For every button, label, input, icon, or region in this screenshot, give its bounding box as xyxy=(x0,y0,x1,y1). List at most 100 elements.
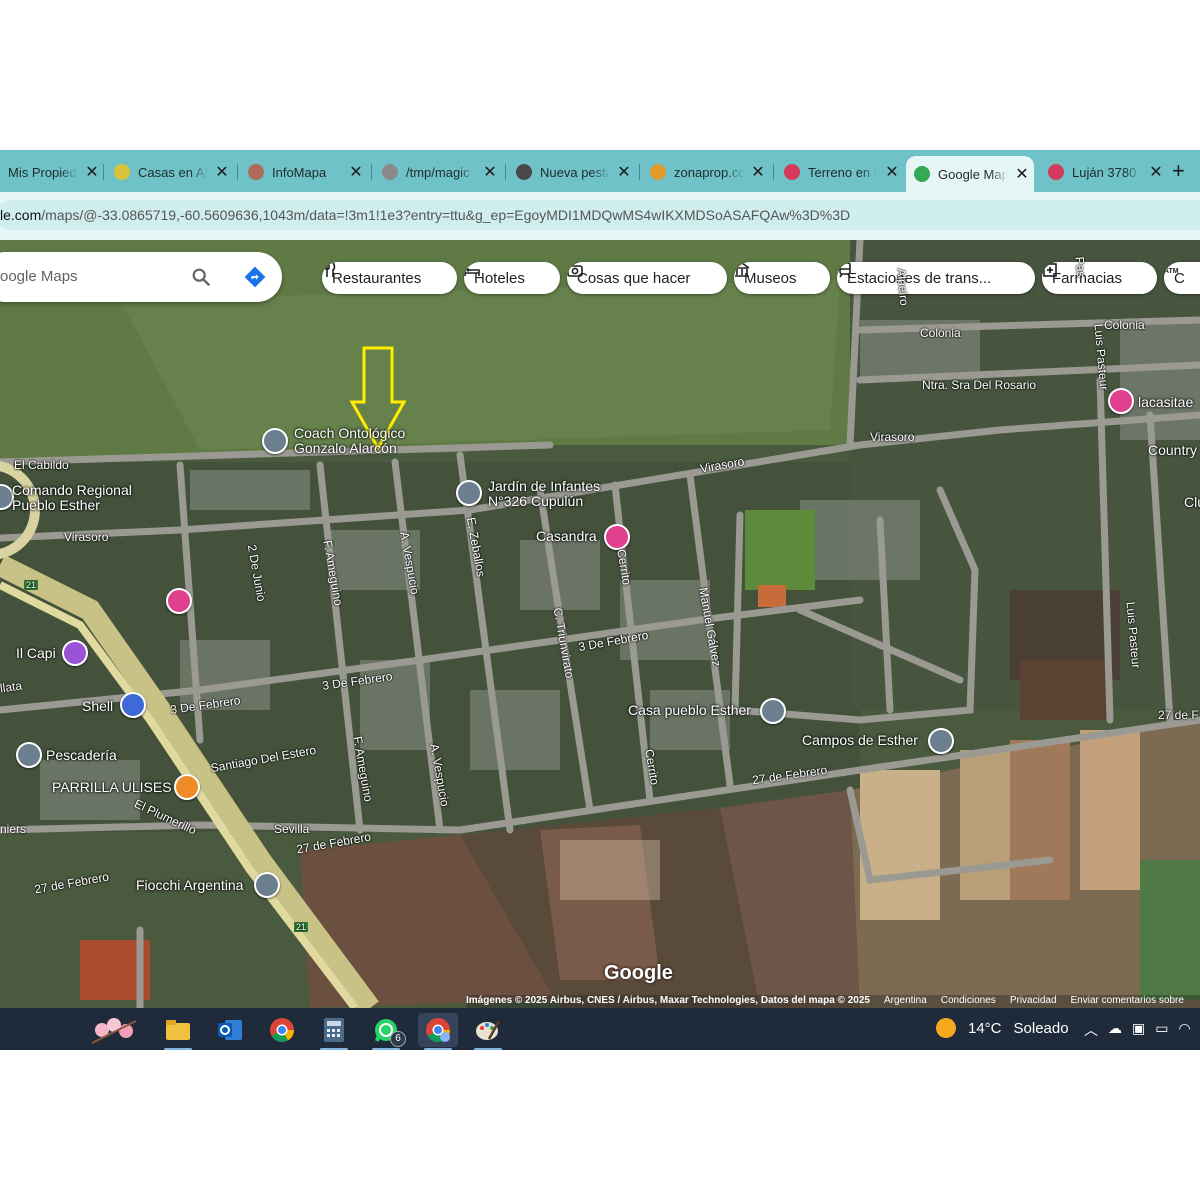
url-path: /maps/@-33.0865719,-60.5609636,1043m/dat… xyxy=(41,207,851,223)
hotel-pin-icon[interactable] xyxy=(1108,388,1134,414)
taskbar: 6 14°C Soleado ︿ ☁ ▣ ▭ ◠ xyxy=(0,1008,1200,1050)
place-lacasita[interactable]: lacasitae xyxy=(1138,395,1193,410)
close-icon[interactable]: ✕ xyxy=(884,162,900,182)
chrome-icon xyxy=(516,164,532,180)
chip-cosas-que-hacer[interactable]: Cosas que hacer xyxy=(567,262,727,294)
address-bar[interactable]: le.com/maps/@-33.0865719,-60.5609636,104… xyxy=(0,200,1200,230)
device-icon[interactable]: ▣ xyxy=(1132,1020,1145,1040)
street-label: El Cabildo xyxy=(14,458,69,472)
place-campos-de-esther[interactable]: Campos de Esther xyxy=(802,733,918,748)
place-pin-icon[interactable] xyxy=(928,728,954,754)
attribution-bar: Imágenes © 2025 Airbus, CNES / Airbus, M… xyxy=(466,995,1200,1008)
close-icon[interactable]: ✕ xyxy=(616,162,632,182)
close-icon[interactable]: ✕ xyxy=(84,162,100,182)
chip-cajeros[interactable]: ATM C xyxy=(1164,262,1200,294)
close-icon[interactable]: ✕ xyxy=(1014,164,1030,184)
place-jardin[interactable]: Jardín de Infantes N°326 Cupulún xyxy=(488,479,600,509)
paint-icon[interactable] xyxy=(468,1013,508,1050)
satellite-map[interactable]: oogle Maps Restaurantes Hoteles Cosas qu… xyxy=(0,240,1200,1008)
search-box[interactable]: oogle Maps xyxy=(0,252,282,302)
page-icon xyxy=(382,164,398,180)
place-pin-icon[interactable] xyxy=(262,428,288,454)
tab-lujan[interactable]: Luján 3780 ✕ xyxy=(1040,156,1164,188)
place-pin-icon[interactable] xyxy=(16,742,42,768)
street-label: Ntra. Sra Del Rosario xyxy=(922,378,1037,392)
weather-text: Soleado xyxy=(1013,1019,1069,1037)
tab-terreno[interactable]: Terreno en venta✕ xyxy=(776,156,906,188)
street-label: Colonia xyxy=(1104,318,1145,332)
tab-infomapa[interactable]: InfoMapa ✕ xyxy=(240,156,372,188)
hotel-pin-icon[interactable] xyxy=(166,588,192,614)
place-coach[interactable]: Coach Ontológico Gonzalo Alarcón xyxy=(294,426,405,456)
tab-zonaprop[interactable]: zonaprop.com.ar✕ xyxy=(642,156,774,188)
tab-tmp[interactable]: /tmp/magic ✕ xyxy=(374,156,506,188)
chip-restaurantes[interactable]: Restaurantes xyxy=(322,262,457,294)
calculator-icon[interactable] xyxy=(314,1013,354,1050)
new-tab-button[interactable]: + xyxy=(1172,158,1185,184)
wifi-icon[interactable]: ◠ xyxy=(1178,1020,1190,1040)
url-domain: le.com xyxy=(0,207,42,223)
screen: Mis Propiedades✕ Casas en Alquiler✕ Info… xyxy=(0,150,1200,1050)
place-comando[interactable]: Comando Regional Pueblo Esther xyxy=(12,483,132,513)
place-pescaderia[interactable]: Pescadería xyxy=(46,748,117,763)
train-icon xyxy=(839,262,851,278)
place-fiocchi[interactable]: Fiocchi Argentina xyxy=(136,878,243,893)
chevron-up-icon[interactable]: ︿ xyxy=(1084,1020,1098,1040)
place-parrilla-ulises[interactable]: PARRILLA ULISES xyxy=(52,780,172,795)
fork-knife-icon xyxy=(324,262,336,277)
search-input[interactable]: oogle Maps xyxy=(0,268,78,285)
school-pin-icon[interactable] xyxy=(456,480,482,506)
chrome-icon[interactable] xyxy=(262,1013,302,1047)
outlook-icon[interactable] xyxy=(210,1013,250,1047)
notification-badge: 6 xyxy=(390,1031,406,1047)
weather-widget[interactable]: 14°C Soleado xyxy=(936,1018,1069,1038)
street-label: Sevilla xyxy=(274,822,310,836)
cloud-icon[interactable]: ☁ xyxy=(1108,1020,1122,1040)
close-icon[interactable]: ✕ xyxy=(750,162,766,182)
close-icon[interactable]: ✕ xyxy=(1148,162,1164,182)
place-casa-pueblo[interactable]: Casa pueblo Esther xyxy=(628,703,751,718)
whatsapp-icon[interactable]: 6 xyxy=(366,1013,406,1050)
shop-pin-icon[interactable] xyxy=(62,640,88,666)
street-label: Colonia xyxy=(920,326,961,340)
blossom-icon[interactable] xyxy=(88,1013,142,1047)
globe-icon xyxy=(248,164,264,180)
address-row: le.com/maps/@-33.0865719,-60.5609636,104… xyxy=(0,192,1200,240)
gas-station-pin-icon[interactable] xyxy=(120,692,146,718)
restaurant-pin-icon[interactable] xyxy=(174,774,200,800)
place-pin-icon[interactable] xyxy=(254,872,280,898)
chip-farmacias[interactable]: Farmacias xyxy=(1042,262,1157,294)
place-il-capi[interactable]: Il Capi xyxy=(16,646,56,661)
key-icon xyxy=(650,164,666,180)
tab-casas[interactable]: Casas en Alquiler✕ xyxy=(106,156,238,188)
battery-icon[interactable]: ▭ xyxy=(1155,1020,1168,1040)
place-shell[interactable]: Shell xyxy=(82,699,113,714)
tab-strip: Mis Propiedades✕ Casas en Alquiler✕ Info… xyxy=(0,150,1200,192)
place-casandra[interactable]: Casandra xyxy=(536,529,597,544)
street-label: Clu xyxy=(1184,494,1200,510)
hotel-pin-icon[interactable] xyxy=(604,524,630,550)
street-label: Country xyxy=(1148,442,1198,458)
system-tray: ︿ ☁ ▣ ▭ ◠ xyxy=(1084,1020,1191,1040)
directions-icon[interactable] xyxy=(244,266,266,288)
tab-nueva[interactable]: Nueva pestaña✕ xyxy=(508,156,640,188)
chip-museos[interactable]: Museos xyxy=(734,262,830,294)
search-icon[interactable] xyxy=(190,266,212,288)
tab-mis-propiedades[interactable]: Mis Propiedades✕ xyxy=(0,156,104,188)
place-pin-icon[interactable] xyxy=(760,698,786,724)
route-shield: 21 xyxy=(294,922,309,932)
file-explorer-icon[interactable] xyxy=(158,1013,198,1050)
tab-google-maps[interactable]: Google Maps ✕ xyxy=(906,156,1034,192)
close-icon[interactable]: ✕ xyxy=(482,162,498,182)
google-logo: Google xyxy=(604,962,673,984)
shield-icon xyxy=(784,164,800,180)
street-label: niers xyxy=(0,822,27,836)
chip-estaciones[interactable]: Estaciones de trans... xyxy=(837,262,1035,294)
chip-hoteles[interactable]: Hoteles xyxy=(464,262,560,294)
close-icon[interactable]: ✕ xyxy=(214,162,230,182)
close-icon[interactable]: ✕ xyxy=(348,162,364,182)
atm-icon: ATM xyxy=(1164,268,1179,275)
svg-text:ATM: ATM xyxy=(1164,268,1179,275)
chrome-profile-icon[interactable] xyxy=(418,1013,458,1050)
weather-temp: 14°C xyxy=(968,1019,1002,1037)
